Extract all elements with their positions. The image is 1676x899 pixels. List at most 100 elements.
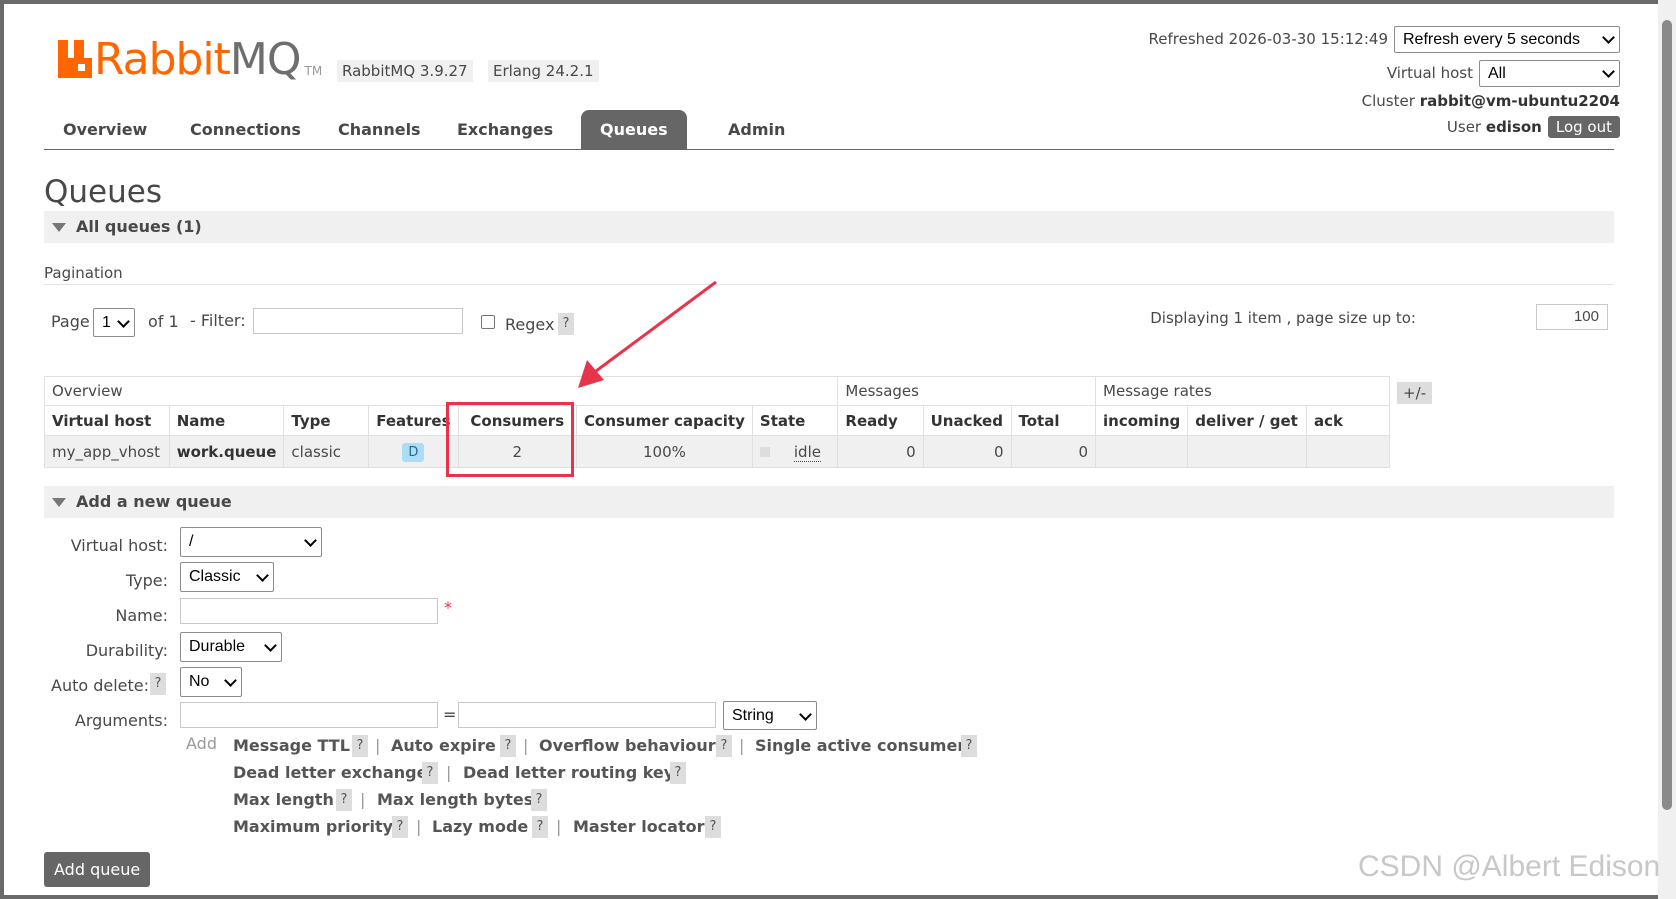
col-virtual-host[interactable]: Virtual host <box>44 405 170 436</box>
regex-label: Regex <box>505 315 555 334</box>
collapse-triangle-icon <box>52 498 66 507</box>
vhost-field-label: Virtual host: <box>70 536 168 555</box>
help-icon[interactable]: ? <box>392 816 408 838</box>
add-queue-button[interactable]: Add queue <box>44 852 151 887</box>
arg-lazy-mode-link[interactable]: Lazy mode <box>432 817 528 836</box>
chevron-down-icon <box>1604 34 1613 44</box>
type-field-select[interactable]: Classic <box>180 562 274 592</box>
arg-auto-expire-link[interactable]: Auto expire <box>391 736 496 755</box>
arg-overflow-behaviour-link[interactable]: Overflow behaviour <box>539 736 716 755</box>
arg-dead-letter-exchange-link[interactable]: Dead letter exchange <box>233 763 427 782</box>
col-deliver-get[interactable]: deliver / get <box>1187 405 1308 436</box>
cell-consumer-capacity: 100% <box>576 435 753 468</box>
help-icon[interactable]: ? <box>422 762 438 784</box>
help-icon[interactable]: ? <box>532 816 548 838</box>
autodelete-select[interactable]: No <box>180 667 242 697</box>
separator: | <box>446 763 452 782</box>
scrollbar-thumb[interactable] <box>1662 20 1672 810</box>
queue-name-input[interactable] <box>180 598 438 624</box>
page-of-label: of 1 <box>148 312 179 331</box>
logo-trademark: TM <box>304 64 323 78</box>
separator: | <box>556 817 562 836</box>
cell-ready: 0 <box>837 435 924 468</box>
table-row[interactable]: my_app_vhost work.queue classic D 2 100%… <box>44 435 1390 468</box>
col-consumer-capacity[interactable]: Consumer capacity <box>576 405 753 436</box>
separator: | <box>523 736 529 755</box>
help-icon[interactable]: ? <box>500 735 516 757</box>
filter-input[interactable] <box>253 308 463 334</box>
help-icon[interactable]: ? <box>670 762 686 784</box>
rabbitmq-version-badge: RabbitMQ 3.9.27 <box>337 60 473 82</box>
argument-equals: = <box>443 705 457 724</box>
argument-type-select[interactable]: String <box>723 701 817 730</box>
cell-features: D <box>368 435 459 468</box>
argument-key-input[interactable] <box>180 702 438 728</box>
durability-select[interactable]: Durable <box>180 632 282 662</box>
help-icon[interactable]: ? <box>336 789 352 811</box>
chevron-down-icon <box>119 318 128 328</box>
col-unacked[interactable]: Unacked <box>922 405 1012 436</box>
arg-dead-letter-routing-key-link[interactable]: Dead letter routing key <box>463 763 674 782</box>
add-queue-header[interactable]: Add a new queue <box>44 486 1614 518</box>
vhost-field-select[interactable]: / <box>180 527 322 557</box>
annotation-arrow-icon <box>578 280 717 388</box>
vertical-scrollbar[interactable] <box>1658 0 1676 899</box>
arg-single-active-consumer-link[interactable]: Single active consumer <box>755 736 965 755</box>
argument-value-input[interactable] <box>458 702 716 728</box>
cluster-label: Cluster <box>1361 92 1415 110</box>
arg-max-length-link[interactable]: Max length <box>233 790 334 809</box>
tab-admin[interactable]: Admin <box>709 110 804 150</box>
consumers-highlight-box <box>446 402 574 477</box>
arguments-field-label: Arguments: <box>74 711 168 730</box>
filter-label: - Filter: <box>190 311 246 330</box>
vhost-select[interactable]: All <box>1479 59 1620 87</box>
help-icon[interactable]: ? <box>352 735 368 757</box>
help-icon[interactable]: ? <box>531 789 547 811</box>
col-ready[interactable]: Ready <box>837 405 924 436</box>
tab-overview[interactable]: Overview <box>44 110 166 150</box>
chevron-down-icon <box>801 711 810 721</box>
add-argument-label: Add <box>186 734 217 753</box>
page-label: Page <box>51 312 90 331</box>
tab-connections[interactable]: Connections <box>171 110 320 150</box>
arg-message-ttl-link[interactable]: Message TTL <box>233 736 350 755</box>
cell-vhost: my_app_vhost <box>44 435 170 468</box>
state-indicator-icon <box>759 447 770 457</box>
arg-master-locator-link[interactable]: Master locator <box>573 817 705 836</box>
arg-maximum-priority-link[interactable]: Maximum priority <box>233 817 393 836</box>
col-type[interactable]: Type <box>283 405 370 436</box>
main-nav-tabs: Overview Connections Channels Exchanges … <box>44 110 1614 150</box>
type-field-label: Type: <box>125 571 168 590</box>
help-icon[interactable]: ? <box>961 735 977 757</box>
add-queue-title: Add a new queue <box>76 492 232 511</box>
col-features[interactable]: Features <box>368 405 459 436</box>
help-icon[interactable]: ? <box>716 735 732 757</box>
collapse-triangle-icon <box>52 223 66 232</box>
col-incoming[interactable]: incoming <box>1095 405 1189 436</box>
cell-ack <box>1306 435 1390 468</box>
cell-incoming <box>1095 435 1189 468</box>
arg-max-length-bytes-link[interactable]: Max length bytes <box>377 790 533 809</box>
refresh-interval-select[interactable]: Refresh every 5 seconds <box>1394 25 1620 53</box>
durable-feature-badge: D <box>402 443 425 462</box>
all-queues-header[interactable]: All queues (1) <box>44 211 1614 243</box>
col-ack[interactable]: ack <box>1306 405 1390 436</box>
all-queues-title: All queues (1) <box>76 217 202 236</box>
queue-name-link[interactable]: work.queue <box>168 435 285 468</box>
regex-checkbox[interactable] <box>481 315 495 329</box>
state-text: idle <box>793 442 821 462</box>
tab-queues[interactable]: Queues <box>581 110 687 150</box>
col-total[interactable]: Total <box>1010 405 1097 436</box>
separator: | <box>360 790 366 809</box>
tab-exchanges[interactable]: Exchanges <box>438 110 572 150</box>
rabbitmq-logo[interactable]: RabbitMQ TM <box>58 36 322 84</box>
page-select[interactable]: 1 <box>93 308 135 337</box>
col-state[interactable]: State <box>751 405 839 436</box>
autodelete-help-icon[interactable]: ? <box>150 673 166 695</box>
tab-channels[interactable]: Channels <box>319 110 440 150</box>
column-toggle-button[interactable]: +/- <box>1397 382 1433 404</box>
page-size-input[interactable]: 100 <box>1536 304 1608 330</box>
cluster-name: rabbit@vm-ubuntu2204 <box>1419 92 1620 110</box>
help-icon[interactable]: ? <box>705 816 721 838</box>
col-name[interactable]: Name <box>168 405 285 436</box>
